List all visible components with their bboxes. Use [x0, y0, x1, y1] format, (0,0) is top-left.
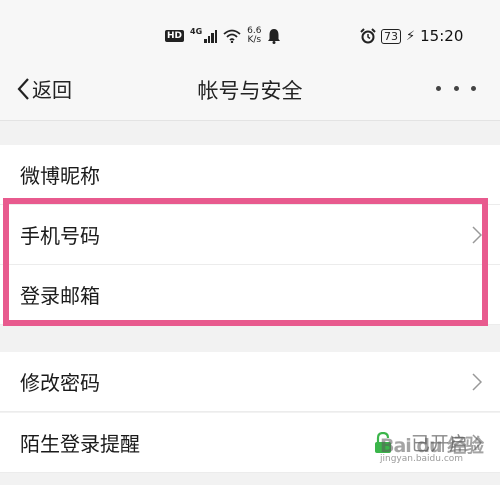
- chevron-right-icon: [472, 372, 482, 391]
- status-bar-indicators: HD 4G 6.6 K/s: [165, 26, 281, 46]
- login-email-label: 登录邮箱: [20, 284, 100, 308]
- status-time: 15:20: [420, 27, 464, 45]
- phone-number-row[interactable]: 手机号码: [0, 205, 500, 265]
- lock-icon: [375, 431, 391, 453]
- chevron-right-icon: [472, 225, 482, 244]
- notification-bell-icon: [268, 29, 281, 44]
- back-label: 返回: [32, 78, 72, 102]
- more-dot-icon: [471, 85, 476, 91]
- net-speed-unit: K/s: [247, 35, 262, 45]
- alarm-icon: [360, 28, 376, 44]
- hd-badge: HD: [165, 30, 185, 42]
- back-button[interactable]: 返回: [16, 74, 72, 103]
- stranger-login-alert-row[interactable]: 陌生登录提醒 已开启: [0, 413, 500, 473]
- more-dot-icon: [453, 85, 459, 91]
- login-email-row[interactable]: 登录邮箱: [0, 265, 500, 325]
- stranger-login-alert-label: 陌生登录提醒: [20, 432, 140, 456]
- battery-indicator: 73: [381, 28, 401, 44]
- signal-icon: [204, 29, 218, 43]
- more-dot-icon: [436, 85, 441, 91]
- wifi-icon: [223, 29, 241, 43]
- weibo-nickname-row[interactable]: 微博昵称: [0, 145, 500, 205]
- chevron-right-icon: [472, 433, 482, 452]
- nav-bar: 返回 帐号与安全: [0, 58, 500, 121]
- net-speed: 6.6 K/s: [247, 27, 261, 45]
- weibo-nickname-label: 微博昵称: [20, 164, 100, 188]
- change-password-label: 修改密码: [20, 371, 100, 395]
- stranger-login-status: 已开启: [410, 433, 468, 455]
- chevron-left-icon: [17, 77, 29, 100]
- status-bar: HD 4G 6.6 K/s 73 ⚡ 15:20: [0, 0, 500, 58]
- charging-icon: ⚡: [406, 28, 416, 44]
- status-bar-right: 73 ⚡ 15:20: [360, 26, 463, 46]
- network-type: 4G: [190, 26, 203, 36]
- phone-number-label: 手机号码: [20, 224, 100, 248]
- more-options-button[interactable]: [436, 78, 476, 98]
- page-title: 帐号与安全: [197, 79, 303, 103]
- change-password-row[interactable]: 修改密码: [0, 352, 500, 412]
